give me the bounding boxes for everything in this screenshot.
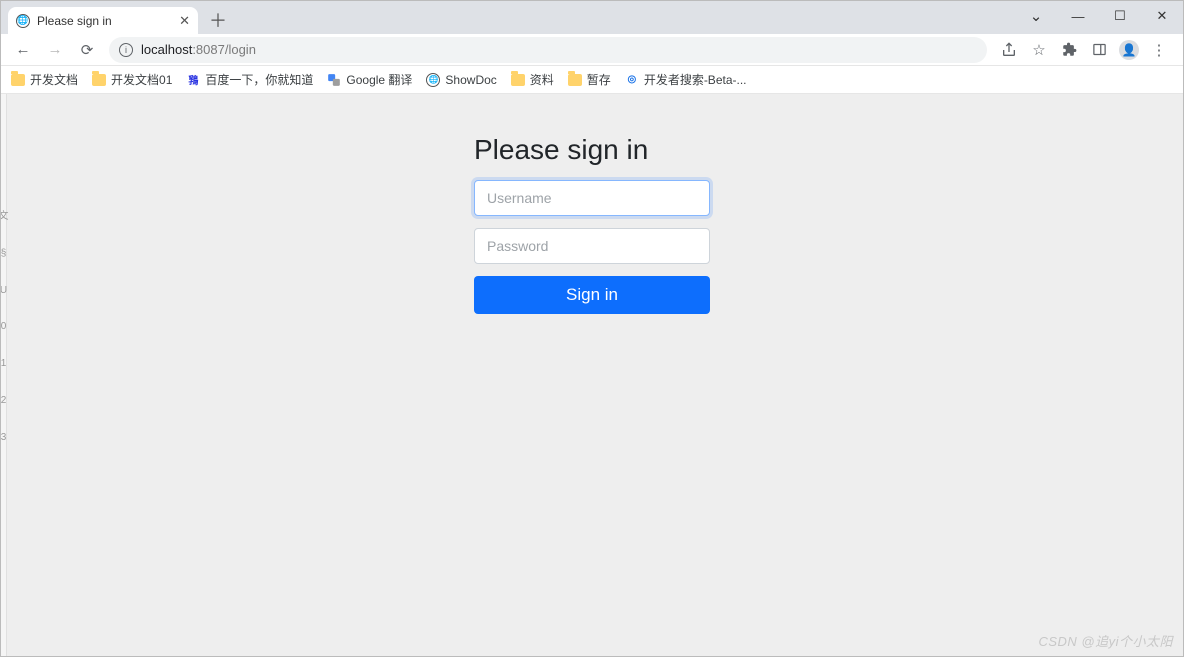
folder-icon	[11, 74, 25, 86]
bookmark-item[interactable]: Google 翻译	[327, 71, 412, 88]
background-edge: 文§U0123	[1, 94, 7, 656]
google-translate-icon	[327, 73, 341, 87]
signin-form: Please sign in Sign in	[474, 134, 710, 314]
bookmark-item[interactable]: 䳕 百度一下，你就知道	[186, 71, 313, 88]
forward-button[interactable]: →	[41, 36, 69, 64]
profile-avatar[interactable]: 👤	[1115, 36, 1143, 64]
page-content: 文§U0123 Please sign in Sign in CSDN @追yi…	[1, 94, 1183, 656]
signin-button[interactable]: Sign in	[474, 276, 710, 314]
close-icon[interactable]: ✕	[179, 13, 190, 29]
folder-icon	[92, 74, 106, 86]
back-button[interactable]: ←	[9, 36, 37, 64]
globe-icon: 🌐	[16, 14, 30, 28]
extensions-icon[interactable]	[1055, 36, 1083, 64]
url-input[interactable]: i localhost:8087/login	[109, 37, 987, 63]
address-bar: ← → ⟳ i localhost:8087/login ☆ 👤 ⋮	[1, 34, 1183, 66]
new-tab-button[interactable]: ＋	[204, 6, 232, 34]
target-icon: ◎	[625, 73, 639, 87]
bookmark-label: 资料	[530, 71, 554, 88]
bookmark-label: 开发文档01	[111, 71, 172, 88]
maximize-icon[interactable]: ☐	[1099, 1, 1141, 31]
bookmark-item[interactable]: 🌐 ShowDoc	[426, 73, 496, 87]
chevron-down-icon[interactable]: ⌄	[1015, 1, 1057, 31]
bookmark-label: Google 翻译	[346, 71, 412, 88]
folder-icon	[568, 74, 582, 86]
bookmark-item[interactable]: 资料	[511, 71, 554, 88]
star-icon[interactable]: ☆	[1025, 36, 1053, 64]
tab-title: Please sign in	[37, 14, 172, 28]
minimize-icon[interactable]: —	[1057, 1, 1099, 31]
bookmark-label: 开发文档	[30, 71, 78, 88]
share-icon[interactable]	[995, 36, 1023, 64]
sidepanel-icon[interactable]	[1085, 36, 1113, 64]
globe-icon: 🌐	[426, 73, 440, 87]
bookmark-item[interactable]: ◎ 开发者搜索-Beta-...	[625, 71, 747, 88]
bookmark-item[interactable]: 开发文档01	[92, 71, 172, 88]
close-window-icon[interactable]: ✕	[1141, 1, 1183, 31]
password-input[interactable]	[474, 228, 710, 264]
browser-tab[interactable]: 🌐 Please sign in ✕	[8, 7, 198, 34]
watermark-text: CSDN @追yi个小太阳	[1038, 631, 1173, 650]
bookmark-item[interactable]: 暂存	[568, 71, 611, 88]
site-info-icon[interactable]: i	[119, 43, 133, 57]
bookmark-label: 暂存	[587, 71, 611, 88]
username-input[interactable]	[474, 180, 710, 216]
url-text: localhost:8087/login	[141, 42, 256, 57]
bookmark-label: ShowDoc	[445, 73, 496, 87]
bookmark-item[interactable]: 开发文档	[11, 71, 78, 88]
bookmark-label: 开发者搜索-Beta-...	[644, 71, 747, 88]
page-title: Please sign in	[474, 134, 710, 166]
folder-icon	[511, 74, 525, 86]
reload-button[interactable]: ⟳	[73, 36, 101, 64]
bookmarks-bar: 开发文档 开发文档01 䳕 百度一下，你就知道 Google 翻译 🌐 Show…	[1, 66, 1183, 94]
kebab-menu-icon[interactable]: ⋮	[1145, 36, 1173, 64]
browser-titlebar: 🌐 Please sign in ✕ ＋ ⌄ — ☐ ✕	[1, 1, 1183, 34]
bookmark-label: 百度一下，你就知道	[205, 71, 313, 88]
baidu-icon: 䳕	[186, 73, 200, 87]
window-controls: ⌄ — ☐ ✕	[1015, 1, 1183, 31]
